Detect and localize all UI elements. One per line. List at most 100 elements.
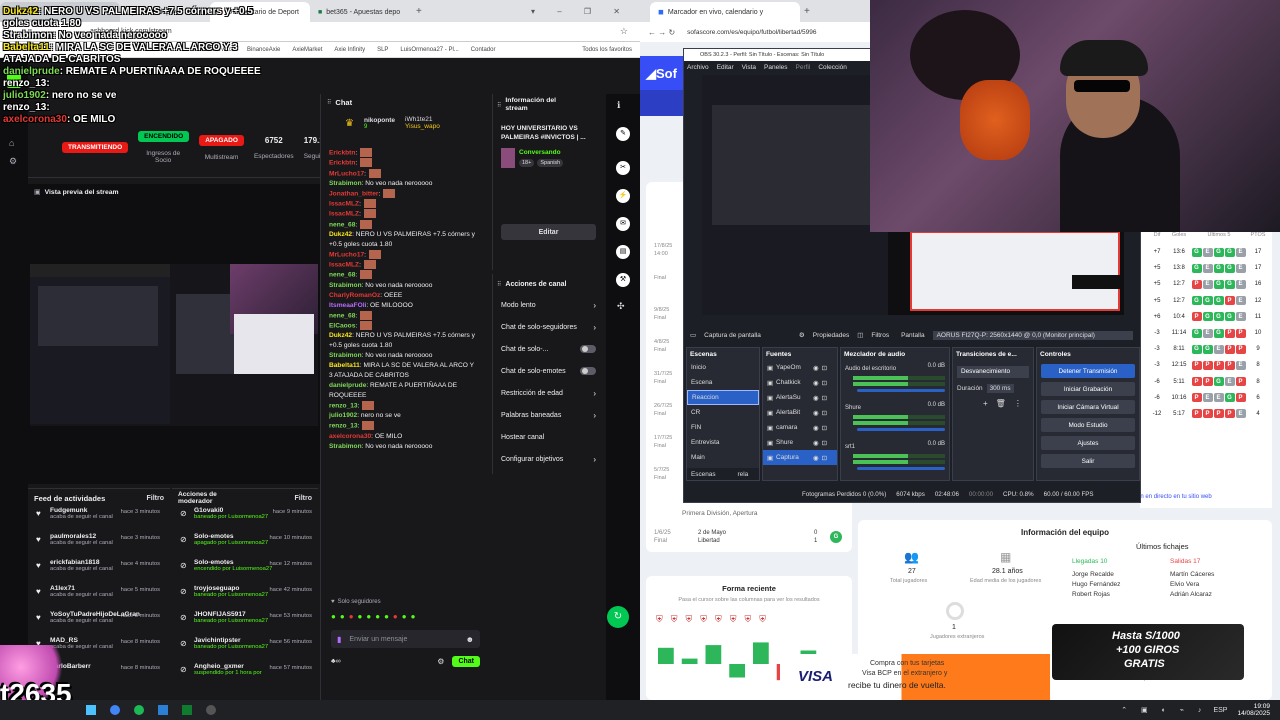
scene-item[interactable]: Inicio <box>687 360 759 375</box>
channel-action-item[interactable]: Restricción de edad › <box>493 382 604 404</box>
taskbar-app-icon[interactable] <box>182 705 192 715</box>
star-icon[interactable]: ☆ <box>620 26 628 37</box>
channel-action-item[interactable]: Hostear canal <box>493 426 604 448</box>
emote-icon[interactable]: ● <box>366 612 371 621</box>
chat-message[interactable]: Jonathan_bitter: <box>329 188 490 199</box>
promo-banner[interactable]: Hasta S/1000 +100 GIROS GRATIS <box>1052 624 1244 680</box>
channel-action-item[interactable]: Configurar objetivos › <box>493 448 604 470</box>
form-bar[interactable] <box>753 642 769 664</box>
eye-icon[interactable]: ◉ <box>813 409 819 417</box>
standings-row[interactable]: +5 13:8 G E G G E 17 <box>1146 260 1272 276</box>
chat-message[interactable]: IssacMLZ: <box>329 260 490 270</box>
chat-username[interactable]: IssacMLZ <box>329 211 359 218</box>
eye-icon[interactable]: ◉ <box>813 454 819 462</box>
scene-item[interactable]: Entrevista <box>687 435 759 450</box>
chat-message[interactable]: MrLucho17: <box>329 168 490 179</box>
emote-icon[interactable]: ● <box>411 612 416 621</box>
filter-icon[interactable]: ◫ <box>857 331 863 339</box>
standings-row[interactable]: -3 11:14 G E G P P 10 <box>1146 325 1272 341</box>
chat-message[interactable]: Strabimon: No veo nada nerooooo <box>329 351 490 361</box>
transition-select[interactable]: Desvanecimiento <box>957 366 1029 378</box>
bolt-icon[interactable]: ⚡ <box>616 189 630 203</box>
standings-row[interactable]: -6 5:11 P P G E P 8 <box>1146 374 1272 390</box>
chat-username[interactable]: Babelta11 <box>329 362 360 369</box>
eye-icon[interactable]: ◉ <box>813 424 819 432</box>
chat-message[interactable]: IssacMLZ: <box>329 209 490 219</box>
chat-message[interactable]: +0.5 goles cuota 1.80 <box>329 341 490 351</box>
scene-item[interactable]: Escena <box>687 375 759 390</box>
source-item[interactable]: ▣ AlertaSu ◉ ⊡ <box>763 390 837 405</box>
source-item[interactable]: ▣ YapeOm ◉ ⊡ <box>763 360 837 375</box>
chat-settings-icon[interactable]: ⚙ <box>437 657 444 666</box>
chat-message[interactable]: MrLucho17: <box>329 249 490 260</box>
more-icon[interactable]: ⋮ <box>1014 399 1022 408</box>
chat-username[interactable]: nene_68 <box>329 312 355 319</box>
chat-username[interactable]: Erickbtn <box>329 160 355 167</box>
activity-item[interactable]: ♥ paulmorales12 acaba de seguir el canal ha… <box>28 533 170 559</box>
edit-button[interactable]: Editar <box>501 224 596 240</box>
mod-action-item[interactable]: ⊘ Solo-emotes apagado por Luisormenoa27 hac… <box>172 533 318 559</box>
add-icon[interactable]: + <box>983 399 988 408</box>
scenes-tab[interactable]: rela <box>738 471 749 478</box>
standings-row[interactable]: -3 12:15 P P P P E 8 <box>1146 357 1272 373</box>
chat-message[interactable]: axelcorona30: OE MILO <box>329 432 490 442</box>
channel-action-item[interactable]: Palabras baneadas › <box>493 404 604 426</box>
settings-icon[interactable]: ⚙ <box>9 156 28 167</box>
eye-icon[interactable]: ◉ <box>813 394 819 402</box>
chat-message[interactable]: Dukz42: NERO U VS PALMEIRAS +7.5 córners… <box>329 230 490 240</box>
mod-action-item[interactable]: ⊘ JHONFIJAS5917 baneado por Luisormenoa27 h… <box>172 611 318 637</box>
arrival-player[interactable]: Hugo Fernández <box>1072 580 1120 590</box>
channel-action-item[interactable]: Chat de solo-emotes <box>493 360 604 382</box>
activity-item[interactable]: ♥ Fudgemunk acaba de seguir el canal hace 3… <box>28 507 170 533</box>
apps-icon[interactable]: ✣ <box>617 301 640 312</box>
category-label[interactable]: Conversando <box>519 149 563 156</box>
wrench-icon[interactable]: ⚒ <box>616 273 630 287</box>
duration-input[interactable]: 300 ms <box>986 384 1014 393</box>
preview-video[interactable] <box>30 264 318 426</box>
eye-icon[interactable]: ◉ <box>813 364 819 372</box>
nav-arrows-icon[interactable]: ← → ↻ <box>648 28 675 37</box>
toggle-switch[interactable] <box>580 367 596 375</box>
taskbar-app-icon[interactable] <box>206 705 216 715</box>
chat-username[interactable]: Erickbtn <box>329 149 355 156</box>
chat-message[interactable]: Erickbtn: <box>329 148 490 158</box>
volume-slider[interactable] <box>857 389 945 392</box>
chat-username[interactable]: MrLucho17 <box>329 251 364 258</box>
filters-button[interactable]: Filtros <box>871 332 889 339</box>
browser-tab[interactable]: ◼ Marcador en vivo, calendario y <box>650 2 800 22</box>
volume-slider[interactable] <box>857 428 945 431</box>
chat-message[interactable]: julio1902: nero no se ve <box>329 411 490 421</box>
form-bar[interactable] <box>681 658 698 664</box>
emote-icon[interactable]: ● <box>384 612 389 621</box>
chat-message[interactable]: ROQUEEEE <box>329 391 490 401</box>
chat-message[interactable]: Strabimon: No veo nada nerooooo <box>329 281 490 291</box>
activity-item[interactable]: ♥ erickfabian1818 acaba de seguir el canal… <box>28 559 170 585</box>
chat-username[interactable]: Jonathan_bitter <box>329 190 378 197</box>
departure-player[interactable]: Martín Cáceres <box>1170 570 1214 580</box>
chat-username[interactable]: ElCaoos <box>329 322 355 329</box>
home-icon[interactable]: ⌂ <box>9 138 28 148</box>
channel-action-item[interactable]: Chat de solo-... <box>493 338 604 360</box>
lock-icon[interactable]: ⊡ <box>822 394 827 402</box>
chat-message[interactable]: Strabimon: No veo nada nerooooo <box>329 179 490 189</box>
screen-select[interactable]: AORUS FI27Q-P: 2560x1440 @ 0,0 (Monitor … <box>932 330 1133 340</box>
bookmark[interactable]: SLP <box>377 47 388 53</box>
clock-time[interactable]: 19:09 <box>1237 703 1270 710</box>
clip-icon[interactable]: ✂ <box>616 161 630 175</box>
new-tab-button[interactable]: + <box>804 6 810 17</box>
chat-message[interactable]: nene_68: <box>329 219 490 230</box>
chat-message[interactable]: danielprude: REMATE A PUERTIÑAAA DE <box>329 381 490 391</box>
chat-input[interactable]: ▮ Enviar un mensaje ☻ <box>331 630 480 648</box>
scenes-tab[interactable]: Escenas <box>691 471 716 478</box>
visa-banner[interactable]: VISA Compra con tus tarjetas Visa BCP en… <box>780 654 1050 700</box>
obs-control-button[interactable]: Salir <box>1041 454 1135 468</box>
mod-action-item[interactable]: ⊘ Angheio_gxmer suspendido por 1 hora por h… <box>172 663 318 689</box>
taskbar-app-icon[interactable] <box>158 705 168 715</box>
standings-row[interactable]: +5 12:7 G G G P E 12 <box>1146 293 1272 309</box>
chat-tools-icon[interactable]: ♣∞ <box>331 658 341 665</box>
chat-username[interactable]: danielprude <box>329 382 366 389</box>
eye-icon[interactable]: ◉ <box>813 439 819 447</box>
emoji-icon[interactable]: ☻ <box>466 635 474 644</box>
bookmark[interactable]: Axie Infinity <box>334 47 365 53</box>
language-indicator[interactable]: ESP <box>1213 707 1227 714</box>
